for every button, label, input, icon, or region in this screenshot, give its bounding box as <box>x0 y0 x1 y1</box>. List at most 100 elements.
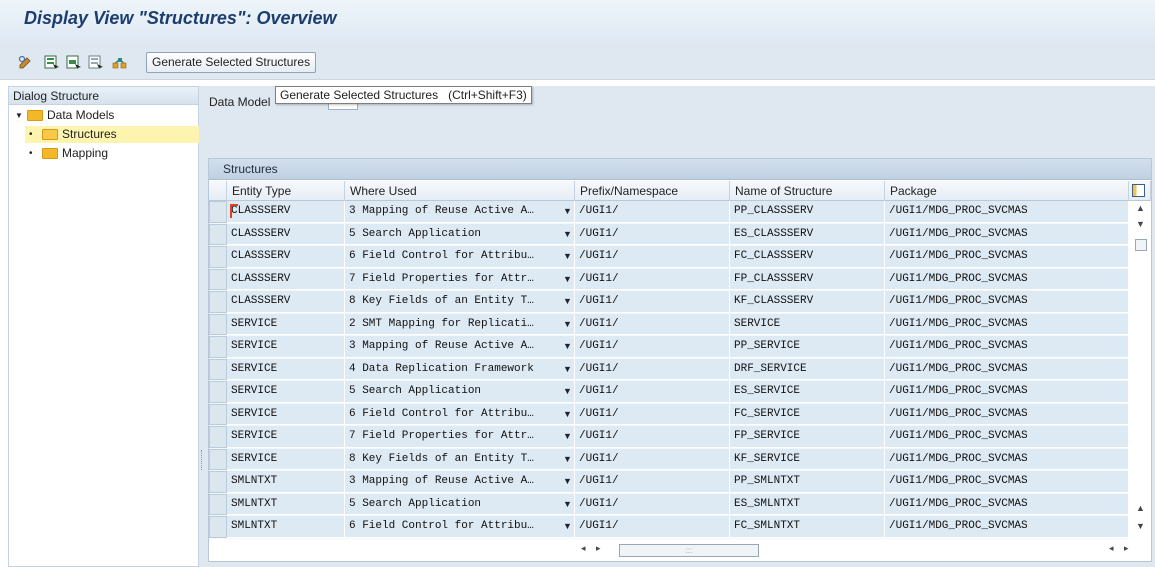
dropdown-arrow-icon[interactable]: ▼ <box>563 224 572 244</box>
cell-where-used[interactable]: 5 Search Application <box>345 223 575 245</box>
cell-entity-type[interactable]: CLASSSERV <box>227 201 345 223</box>
cell-package[interactable]: /UGI1/MDG_PROC_SVCMAS <box>885 201 1129 223</box>
dropdown-arrow-icon[interactable]: ▼ <box>563 359 572 379</box>
cell-prefix-namespace[interactable]: /UGI1/ <box>575 426 730 448</box>
cell-entity-type[interactable]: SERVICE <box>227 426 345 448</box>
row-selector[interactable] <box>209 448 227 470</box>
dropdown-arrow-icon[interactable]: ▼ <box>563 381 572 401</box>
cell-package[interactable]: /UGI1/MDG_PROC_SVCMAS <box>885 313 1129 335</box>
dropdown-arrow-icon[interactable]: ▼ <box>563 471 572 491</box>
cell-package[interactable]: /UGI1/MDG_PROC_SVCMAS <box>885 246 1129 268</box>
cell-where-used[interactable]: 3 Mapping of Reuse Active A… <box>345 471 575 493</box>
cell-entity-type[interactable]: CLASSSERV <box>227 246 345 268</box>
row-selector[interactable] <box>209 516 227 538</box>
row-selector[interactable] <box>209 336 227 358</box>
row-selector[interactable] <box>209 403 227 425</box>
cell-prefix-namespace[interactable]: /UGI1/ <box>575 336 730 358</box>
cell-name-of-structure[interactable]: DRF_SERVICE <box>730 358 885 380</box>
cell-name-of-structure[interactable]: PP_SMLNTXT <box>730 471 885 493</box>
table-settings-icon[interactable] <box>1132 184 1145 197</box>
cell-name-of-structure[interactable]: FP_SERVICE <box>730 426 885 448</box>
cell-prefix-namespace[interactable]: /UGI1/ <box>575 358 730 380</box>
scroll-up-icon[interactable]: ▲ <box>1136 203 1145 213</box>
column-header-where-used[interactable]: Where Used <box>345 181 575 201</box>
row-selector[interactable] <box>209 223 227 245</box>
cell-entity-type[interactable]: SERVICE <box>227 358 345 380</box>
cell-prefix-namespace[interactable]: /UGI1/ <box>575 448 730 470</box>
dropdown-arrow-icon[interactable]: ▼ <box>563 516 572 536</box>
cell-package[interactable]: /UGI1/MDG_PROC_SVCMAS <box>885 493 1129 515</box>
cell-prefix-namespace[interactable]: /UGI1/ <box>575 291 730 313</box>
cell-package[interactable]: /UGI1/MDG_PROC_SVCMAS <box>885 471 1129 493</box>
cell-entity-type[interactable]: CLASSSERV <box>227 268 345 290</box>
cell-prefix-namespace[interactable]: /UGI1/ <box>575 381 730 403</box>
row-selector[interactable] <box>209 381 227 403</box>
select-block-icon[interactable] <box>66 55 82 69</box>
dropdown-arrow-icon[interactable]: ▼ <box>563 404 572 424</box>
expand-arrow-icon[interactable]: ▼ <box>15 107 23 124</box>
cell-where-used[interactable]: 7 Field Properties for Attr… <box>345 268 575 290</box>
dropdown-arrow-icon[interactable]: ▼ <box>563 336 572 356</box>
cell-package[interactable]: /UGI1/MDG_PROC_SVCMAS <box>885 291 1129 313</box>
cell-package[interactable]: /UGI1/MDG_PROC_SVCMAS <box>885 381 1129 403</box>
dropdown-arrow-icon[interactable]: ▼ <box>563 494 572 514</box>
cell-entity-type[interactable]: CLASSSERV <box>227 223 345 245</box>
cell-prefix-namespace[interactable]: /UGI1/ <box>575 201 730 223</box>
horizontal-scrollbar[interactable]: ◂ ▸ ::: ◂ ▸ <box>209 539 1151 561</box>
cell-prefix-namespace[interactable]: /UGI1/ <box>575 493 730 515</box>
cell-entity-type[interactable]: SERVICE <box>227 381 345 403</box>
tree-item-data-models[interactable]: ▼ Data Models <box>13 107 193 124</box>
cell-package[interactable]: /UGI1/MDG_PROC_SVCMAS <box>885 336 1129 358</box>
column-header-prefix-namespace[interactable]: Prefix/Namespace <box>575 181 730 201</box>
row-selector[interactable] <box>209 313 227 335</box>
row-selector[interactable] <box>209 471 227 493</box>
cell-entity-type[interactable]: SMLNTXT <box>227 471 345 493</box>
scroll-page-up-icon[interactable]: ▲ <box>1136 503 1145 513</box>
cell-package[interactable]: /UGI1/MDG_PROC_SVCMAS <box>885 223 1129 245</box>
cell-name-of-structure[interactable]: FC_CLASSSERV <box>730 246 885 268</box>
cell-name-of-structure[interactable]: KF_CLASSSERV <box>730 291 885 313</box>
dropdown-arrow-icon[interactable]: ▼ <box>563 246 572 266</box>
scroll-page-down-icon[interactable]: ▼ <box>1136 521 1145 531</box>
scroll-down-icon[interactable]: ▼ <box>1136 219 1145 229</box>
dropdown-arrow-icon[interactable]: ▼ <box>563 449 572 469</box>
deselect-all-icon[interactable] <box>88 55 104 69</box>
tree-item-structures[interactable]: • Structures <box>25 126 199 143</box>
row-selector[interactable] <box>209 268 227 290</box>
cell-prefix-namespace[interactable]: /UGI1/ <box>575 516 730 538</box>
cell-package[interactable]: /UGI1/MDG_PROC_SVCMAS <box>885 426 1129 448</box>
cell-entity-type[interactable]: SERVICE <box>227 403 345 425</box>
row-selector[interactable] <box>209 291 227 313</box>
row-selector[interactable] <box>209 493 227 515</box>
cell-where-used[interactable]: 7 Field Properties for Attr… <box>345 426 575 448</box>
display-change-icon[interactable] <box>18 55 34 69</box>
cell-entity-type[interactable]: SMLNTXT <box>227 493 345 515</box>
cell-package[interactable]: /UGI1/MDG_PROC_SVCMAS <box>885 448 1129 470</box>
cell-entity-type[interactable]: CLASSSERV <box>227 291 345 313</box>
cell-package[interactable]: /UGI1/MDG_PROC_SVCMAS <box>885 516 1129 538</box>
cell-name-of-structure[interactable]: FC_SMLNTXT <box>730 516 885 538</box>
column-header-package[interactable]: Package <box>885 181 1129 201</box>
row-selector[interactable] <box>209 426 227 448</box>
select-all-icon[interactable] <box>44 55 60 69</box>
cell-where-used[interactable]: 2 SMT Mapping for Replicati… <box>345 313 575 335</box>
row-selector[interactable] <box>209 246 227 268</box>
cell-where-used[interactable]: 6 Field Control for Attribu… <box>345 246 575 268</box>
cell-where-used[interactable]: 8 Key Fields of an Entity T… <box>345 291 575 313</box>
cell-name-of-structure[interactable]: PP_SERVICE <box>730 336 885 358</box>
cell-name-of-structure[interactable]: ES_SERVICE <box>730 381 885 403</box>
dropdown-arrow-icon[interactable]: ▼ <box>563 291 572 311</box>
cell-where-used[interactable]: 6 Field Control for Attribu… <box>345 403 575 425</box>
cell-where-used[interactable]: 3 Mapping of Reuse Active A… <box>345 336 575 358</box>
cell-package[interactable]: /UGI1/MDG_PROC_SVCMAS <box>885 268 1129 290</box>
scroll-left-right-icon[interactable]: ◂ ▸ <box>581 543 605 554</box>
cell-prefix-namespace[interactable]: /UGI1/ <box>575 223 730 245</box>
cell-where-used[interactable]: 5 Search Application <box>345 381 575 403</box>
cell-where-used[interactable]: 6 Field Control for Attribu… <box>345 516 575 538</box>
cell-name-of-structure[interactable]: KF_SERVICE <box>730 448 885 470</box>
column-header-name-of-structure[interactable]: Name of Structure <box>730 181 885 201</box>
cell-prefix-namespace[interactable]: /UGI1/ <box>575 268 730 290</box>
tree-item-mapping[interactable]: • Mapping <box>25 145 199 162</box>
select-all-header[interactable] <box>209 181 227 201</box>
row-selector[interactable] <box>209 358 227 380</box>
